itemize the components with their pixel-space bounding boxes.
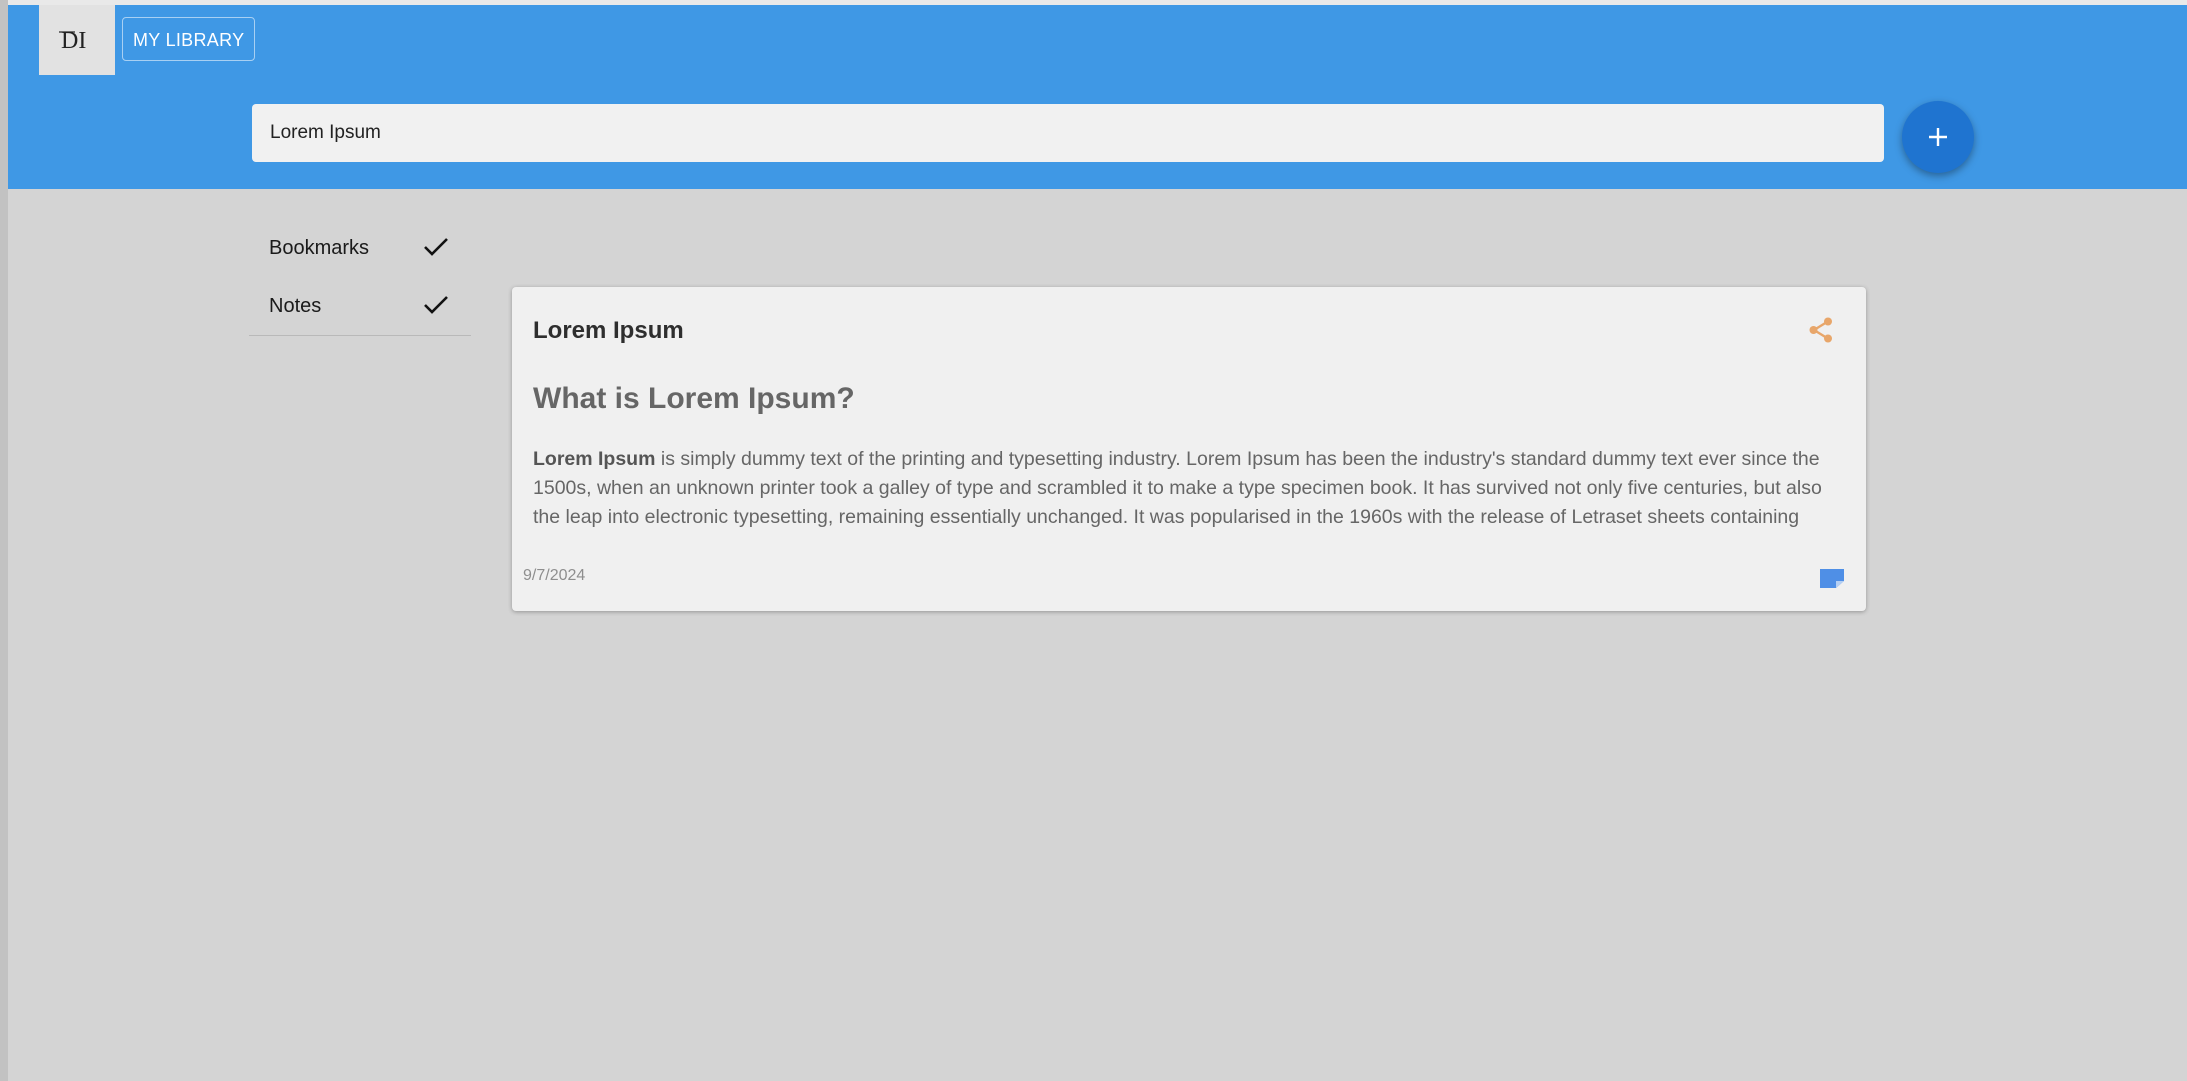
app-viewport: DI MY LIBRARY Bookmarks Notes xyxy=(0,0,2187,1081)
filter-list: Bookmarks Notes xyxy=(249,219,471,336)
card-title: Lorem Ipsum xyxy=(533,317,684,344)
app-logo[interactable]: DI xyxy=(39,5,115,75)
search-bar[interactable] xyxy=(252,104,1884,162)
add-button[interactable] xyxy=(1902,101,1974,173)
my-library-button[interactable]: MY LIBRARY xyxy=(122,17,256,61)
card-body: Lorem Ipsum is simply dummy text of the … xyxy=(533,445,1853,529)
note-icon xyxy=(1820,569,1844,588)
card-body-text: is simply dummy text of the printing and… xyxy=(533,448,1822,528)
search-input[interactable] xyxy=(268,121,1868,145)
card-body-bold: Lorem Ipsum xyxy=(533,448,656,470)
plus-icon xyxy=(1929,128,1947,146)
check-icon xyxy=(424,296,448,314)
check-icon xyxy=(424,238,448,256)
left-edge xyxy=(0,0,8,1081)
filter-label: Notes xyxy=(269,294,322,317)
share-button[interactable] xyxy=(1806,315,1836,350)
app-header: DI MY LIBRARY xyxy=(8,5,2187,189)
card-date: 9/7/2024 xyxy=(523,567,586,584)
share-icon xyxy=(1809,317,1832,343)
note-card[interactable]: Lorem Ipsum What is Lorem Ipsum? Lorem I… xyxy=(512,287,1866,611)
filter-label: Bookmarks xyxy=(269,236,370,259)
filter-item-bookmarks[interactable]: Bookmarks xyxy=(249,219,471,277)
filter-item-notes[interactable]: Notes xyxy=(249,277,471,335)
card-heading: What is Lorem Ipsum? xyxy=(533,382,855,415)
logo-icon: DI xyxy=(59,28,86,54)
